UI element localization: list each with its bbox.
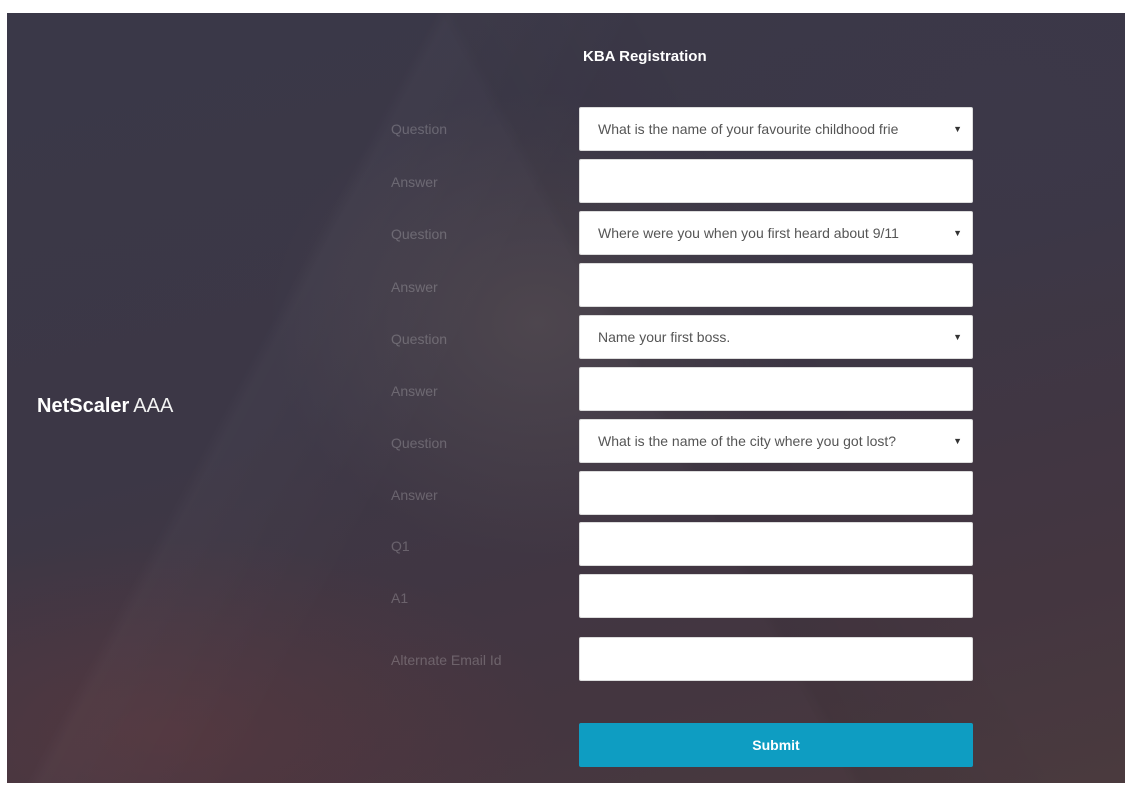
answer-1-label: Answer — [391, 174, 438, 190]
brand-name-light: AAA — [133, 395, 174, 417]
form-title: KBA Registration — [583, 48, 707, 65]
answer-3-input[interactable] — [579, 367, 973, 411]
answer-2-input[interactable] — [579, 263, 973, 307]
dropdown-arrow-icon: ▼ — [953, 124, 962, 134]
login-panel: NetScaler AAA KBA Registration Question W… — [7, 13, 1125, 783]
answer-3-label: Answer — [391, 383, 438, 399]
answer-1-input[interactable] — [579, 159, 973, 203]
question-3-select[interactable]: Name your first boss. ▼ — [579, 315, 973, 359]
answer-2-label: Answer — [391, 279, 438, 295]
question-1-value: What is the name of your favourite child… — [598, 121, 899, 137]
question-2-select[interactable]: Where were you when you first heard abou… — [579, 211, 973, 255]
a1-label: A1 — [391, 590, 409, 606]
question-1-label: Question — [391, 121, 448, 137]
alternate-email-label: Alternate Email Id — [391, 652, 502, 668]
dropdown-arrow-icon: ▼ — [953, 228, 962, 238]
question-4-label: Question — [391, 435, 448, 451]
dropdown-arrow-icon: ▼ — [953, 436, 962, 446]
alternate-email-input[interactable] — [579, 637, 973, 681]
question-3-label: Question — [391, 331, 448, 347]
question-4-select[interactable]: What is the name of the city where you g… — [579, 419, 973, 463]
brand-name-bold: NetScaler — [37, 395, 130, 417]
question-4-value: What is the name of the city where you g… — [598, 433, 897, 449]
answer-4-input[interactable] — [579, 471, 973, 515]
answer-4-label: Answer — [391, 487, 438, 503]
question-2-label: Question — [391, 226, 448, 242]
q1-input[interactable] — [579, 522, 973, 566]
dropdown-arrow-icon: ▼ — [953, 332, 962, 342]
question-3-value: Name your first boss. — [598, 329, 731, 345]
brand-logo: NetScaler AAA — [37, 395, 173, 418]
question-2-value: Where were you when you first heard abou… — [598, 225, 899, 241]
question-1-select[interactable]: What is the name of your favourite child… — [579, 107, 973, 151]
submit-button[interactable]: Submit — [579, 723, 973, 767]
a1-input[interactable] — [579, 574, 973, 618]
q1-label: Q1 — [391, 538, 410, 554]
